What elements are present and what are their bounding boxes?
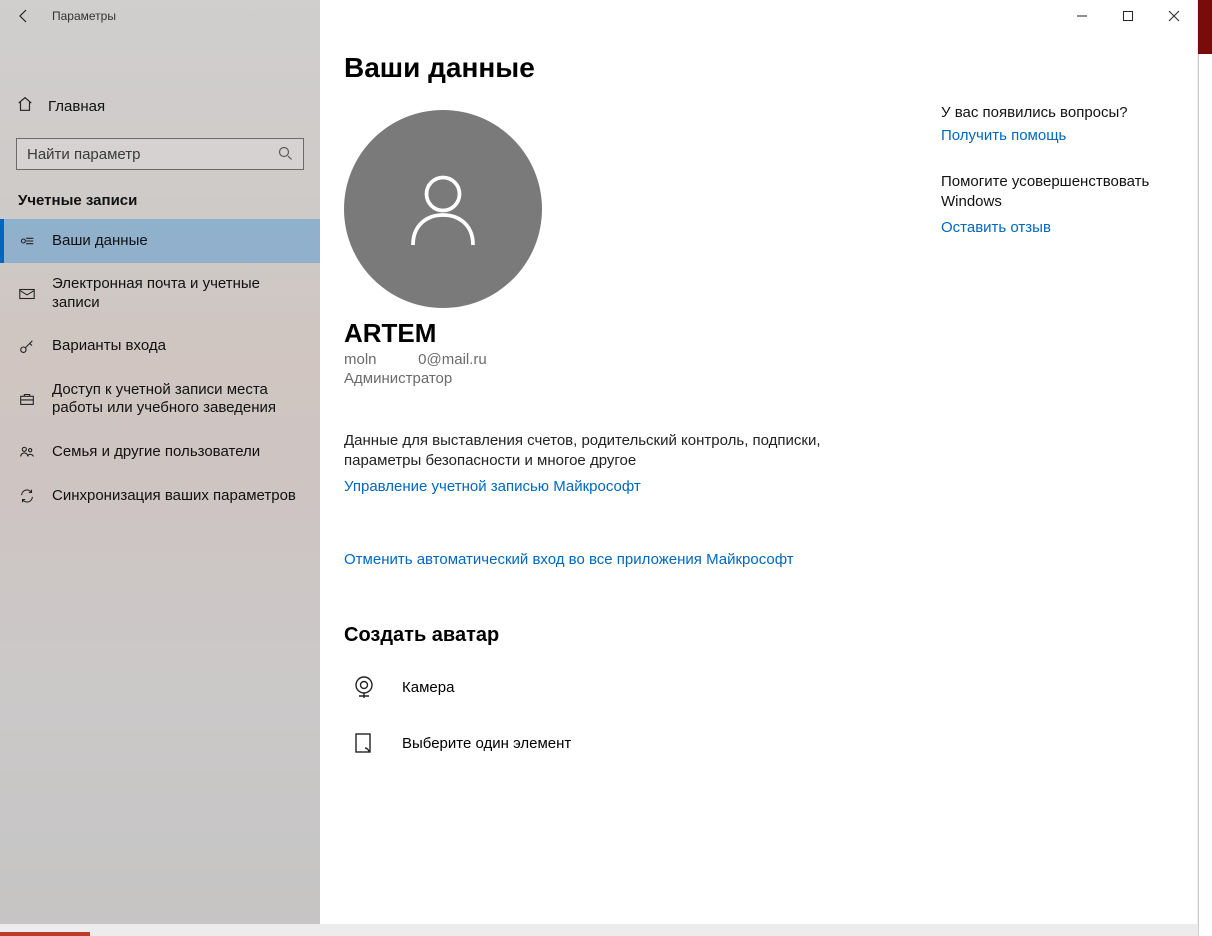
key-icon xyxy=(18,338,36,356)
manage-account-link[interactable]: Управление учетной записью Майкрософт xyxy=(344,478,824,495)
cancel-autosignin-link[interactable]: Отменить автоматический вход во все прил… xyxy=(344,551,824,568)
avatar-option-camera[interactable]: Камера xyxy=(344,673,1197,703)
help-panel: У вас появились вопросы? Получить помощь… xyxy=(941,104,1161,236)
account-blurb: Данные для выставления счетов, родительс… xyxy=(344,431,824,472)
help-heading: У вас появились вопросы? xyxy=(941,104,1161,121)
create-avatar-heading: Создать аватар xyxy=(344,624,1197,647)
window-title: Параметры xyxy=(52,9,116,23)
minimize-button[interactable] xyxy=(1059,0,1105,32)
close-button[interactable] xyxy=(1151,0,1197,32)
background-window-strip xyxy=(1198,0,1212,936)
maximize-button[interactable] xyxy=(1105,0,1151,32)
avatar-option-label: Камера xyxy=(402,679,454,696)
sidebar: Параметры Главная Учетные записи xyxy=(0,0,320,924)
taskbar-app-underline xyxy=(0,932,90,936)
user-role: Администратор xyxy=(344,370,1197,387)
background-window-titlebar xyxy=(1198,0,1212,54)
search-input[interactable] xyxy=(27,146,277,163)
arrow-left-icon xyxy=(16,8,32,24)
avatar-option-browse[interactable]: Выберите один элемент xyxy=(344,729,1197,759)
page-title: Ваши данные xyxy=(344,52,1197,84)
sidebar-item-label: Варианты входа xyxy=(52,337,304,356)
sidebar-item-your-info[interactable]: Ваши данные xyxy=(0,219,320,263)
search-icon xyxy=(277,145,293,164)
settings-window: Параметры Главная Учетные записи xyxy=(0,0,1197,924)
user-email: moln 0@mail.ru xyxy=(344,351,1197,368)
sidebar-item-sync[interactable]: Синхронизация ваших параметров xyxy=(0,474,320,518)
home-label: Главная xyxy=(48,98,105,115)
sidebar-item-work-access[interactable]: Доступ к учетной записи места работы или… xyxy=(0,369,320,431)
id-card-icon xyxy=(18,232,36,250)
avatar xyxy=(344,110,542,308)
mail-icon xyxy=(18,285,36,303)
camera-icon xyxy=(344,673,384,703)
feedback-link[interactable]: Оставить отзыв xyxy=(941,219,1161,236)
sidebar-item-signin-options[interactable]: Варианты входа xyxy=(0,325,320,369)
sidebar-section-title: Учетные записи xyxy=(0,170,320,219)
sidebar-item-label: Электронная почта и учетные записи xyxy=(52,275,304,313)
sync-icon xyxy=(18,487,36,505)
titlebar: Параметры xyxy=(0,0,320,32)
search-box[interactable] xyxy=(16,138,304,170)
sidebar-item-label: Ваши данные xyxy=(52,232,304,251)
get-help-link[interactable]: Получить помощь xyxy=(941,127,1161,144)
window-controls xyxy=(1059,0,1197,32)
avatar-option-label: Выберите один элемент xyxy=(402,735,571,752)
person-icon xyxy=(395,161,491,257)
briefcase-icon xyxy=(18,390,36,408)
username: ARTEM xyxy=(344,318,1197,349)
people-icon xyxy=(18,443,36,461)
sidebar-nav: Ваши данные Электронная почта и учетные … xyxy=(0,219,320,518)
home-icon xyxy=(16,95,34,117)
back-button[interactable] xyxy=(0,0,48,32)
sidebar-item-family[interactable]: Семья и другие пользователи xyxy=(0,430,320,474)
sidebar-item-label: Семья и другие пользователи xyxy=(52,443,304,462)
home-nav[interactable]: Главная xyxy=(0,86,320,126)
sidebar-item-label: Синхронизация ваших параметров xyxy=(52,487,304,506)
improve-heading: Помогите усовершенствовать Windows xyxy=(941,172,1161,213)
browse-file-icon xyxy=(344,729,384,759)
main-content: Ваши данные ARTEM moln 0@mail.ru Админис… xyxy=(320,0,1197,924)
sidebar-item-email-accounts[interactable]: Электронная почта и учетные записи xyxy=(0,263,320,325)
sidebar-item-label: Доступ к учетной записи места работы или… xyxy=(52,381,304,419)
